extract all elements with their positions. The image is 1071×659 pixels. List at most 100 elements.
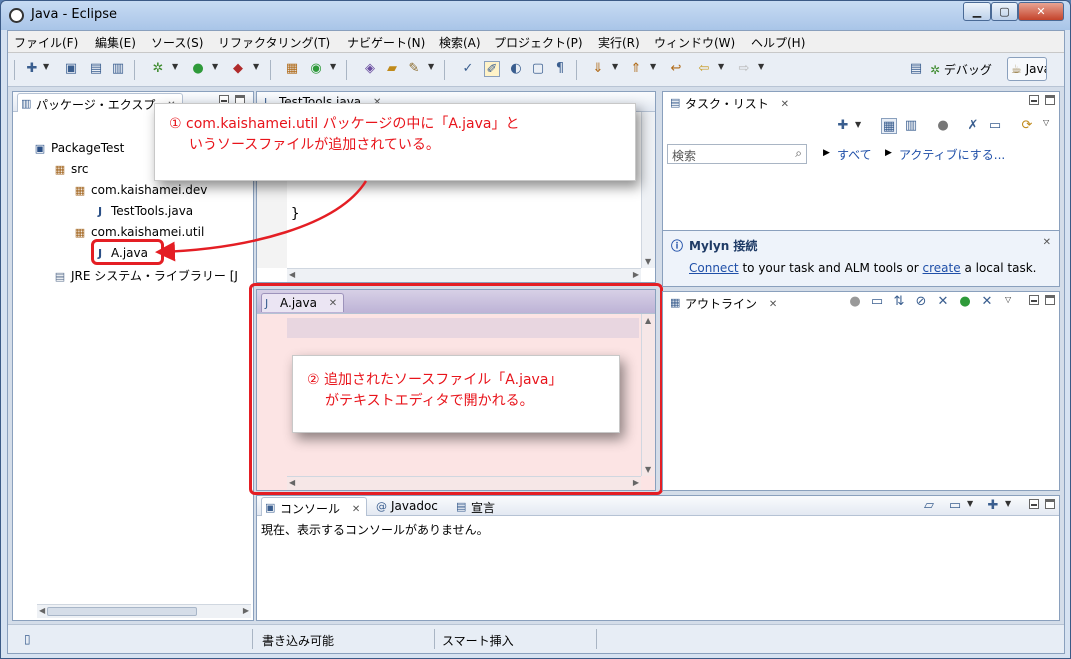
tab-task-list[interactable]: ▤ タスク・リスト ✕ <box>667 93 795 112</box>
highlight-icon[interactable]: ✐ <box>484 61 500 77</box>
filter-all-link[interactable]: すべて <box>837 146 872 163</box>
save-all-icon[interactable]: ▤ <box>88 61 104 77</box>
scroll-down-icon[interactable]: ▼ <box>645 257 651 266</box>
minimize-view-icon[interactable] <box>1029 95 1039 105</box>
block-selection-icon[interactable]: ▢ <box>530 61 546 77</box>
back-icon[interactable]: ⇦ <box>696 61 712 77</box>
chevron-down-icon[interactable]: ▼ <box>172 62 178 71</box>
horizontal-scrollbar[interactable]: ◀ ▶ <box>37 604 251 618</box>
external-tools-icon[interactable]: ◆ <box>230 61 246 77</box>
scroll-thumb[interactable] <box>47 607 197 616</box>
new-icon[interactable]: ✚ <box>24 61 40 77</box>
menu-file[interactable]: ファイル(F) <box>14 34 78 51</box>
chevron-down-icon[interactable]: ▼ <box>612 62 618 71</box>
tab-outline[interactable]: ▦ アウトライン ✕ <box>667 293 783 312</box>
connect-link[interactable]: Connect <box>689 261 739 275</box>
search-icon[interactable]: ⌕ <box>795 146 802 161</box>
pen-icon[interactable]: ✎ <box>406 61 422 77</box>
hide-fields-icon[interactable]: ⊘ <box>913 294 929 310</box>
hide-local-types-icon[interactable]: ✕ <box>979 294 995 310</box>
run-icon[interactable]: ● <box>190 61 206 77</box>
hide-completed-icon[interactable]: ✗ <box>965 118 981 134</box>
open-console-icon[interactable]: ✚ <box>985 498 1001 514</box>
tree-package-dev[interactable]: ▦ com.kaishamei.dev <box>73 183 208 197</box>
tree-src[interactable]: ▦ src <box>53 162 89 176</box>
scheduled-icon[interactable]: ▥ <box>903 118 919 134</box>
focus-icon[interactable]: ● <box>847 294 863 310</box>
horizontal-scrollbar[interactable]: ◀ ▶ <box>287 268 641 282</box>
print-icon[interactable]: ▥ <box>110 61 126 77</box>
minimize-view-icon[interactable] <box>1029 295 1039 305</box>
chevron-down-icon[interactable]: ▼ <box>253 62 259 71</box>
pin-console-icon[interactable]: ▱ <box>921 498 937 514</box>
forward-icon[interactable]: ⇨ <box>736 61 752 77</box>
chevron-down-icon[interactable]: ▼ <box>758 62 764 71</box>
close-icon[interactable]: ✕ <box>769 299 777 310</box>
perspective-java[interactable]: ☕ Java <box>1007 57 1047 81</box>
tab-declaration[interactable]: ▤ 宣言 <box>453 497 501 516</box>
maximize-view-icon[interactable] <box>1045 295 1055 305</box>
chevron-down-icon[interactable]: ▼ <box>967 499 973 508</box>
menu-project[interactable]: プロジェクト(P) <box>494 34 583 51</box>
task-search-input[interactable]: 検索 ⌕ <box>667 144 807 164</box>
next-annotation-icon[interactable]: ⇓ <box>590 61 606 77</box>
close-icon[interactable]: ✕ <box>352 504 360 515</box>
menu-search[interactable]: 検索(A) <box>439 34 481 51</box>
tree-file-testtools[interactable]: J TestTools.java <box>93 204 193 218</box>
last-edit-icon[interactable]: ↩ <box>668 61 684 77</box>
toggle-icon[interactable]: ◐ <box>508 61 524 77</box>
open-perspective-icon[interactable]: ▤ <box>908 61 924 77</box>
close-icon[interactable]: ✕ <box>1043 237 1051 248</box>
menu-window[interactable]: ウィンドウ(W) <box>654 34 735 51</box>
collapse-all-icon[interactable]: ▭ <box>987 118 1003 134</box>
scroll-right-icon[interactable]: ▶ <box>243 606 249 615</box>
chevron-down-icon[interactable]: ▼ <box>855 120 861 129</box>
filter-active-link[interactable]: アクティブにする... <box>899 146 1005 163</box>
tree-project[interactable]: ▣ PackageTest <box>33 141 125 155</box>
hide-nonpublic-icon[interactable]: ● <box>957 294 973 310</box>
menu-navigate[interactable]: ナビゲート(N) <box>347 34 425 51</box>
menu-edit[interactable]: 編集(E) <box>95 34 136 51</box>
vertical-scrollbar[interactable]: ▼ <box>641 112 655 268</box>
chevron-down-icon[interactable]: ▼ <box>330 62 336 71</box>
minimize-view-icon[interactable] <box>1029 499 1039 509</box>
scroll-left-icon[interactable]: ◀ <box>289 270 295 279</box>
previous-annotation-icon[interactable]: ⇑ <box>628 61 644 77</box>
menu-refactor[interactable]: リファクタリング(T) <box>218 34 330 51</box>
tab-javadoc[interactable]: @ Javadoc <box>373 497 444 516</box>
chevron-down-icon[interactable]: ▼ <box>718 62 724 71</box>
menu-run[interactable]: 実行(R) <box>598 34 640 51</box>
close-icon[interactable]: ✕ <box>781 99 789 110</box>
scroll-right-icon[interactable]: ▶ <box>633 270 639 279</box>
view-menu-icon[interactable]: ▽ <box>1043 118 1049 127</box>
chevron-down-icon[interactable]: ▼ <box>1005 499 1011 508</box>
menu-help[interactable]: ヘルプ(H) <box>751 34 805 51</box>
categorized-icon[interactable]: ▦ <box>881 118 897 134</box>
maximize-view-icon[interactable] <box>1045 499 1055 509</box>
new-package-icon[interactable]: ▦ <box>284 61 300 77</box>
chevron-down-icon[interactable]: ▼ <box>43 62 49 71</box>
scroll-left-icon[interactable]: ◀ <box>39 606 45 615</box>
sort-icon[interactable]: ⇅ <box>891 294 907 310</box>
show-whitespace-icon[interactable]: ¶ <box>552 61 568 77</box>
code-line-close-brace[interactable]: } <box>291 206 299 222</box>
minimize-button[interactable]: ▁ <box>963 2 991 21</box>
tree-jre-library[interactable]: ▤ JRE システム・ライブラリー [J <box>53 267 238 284</box>
chevron-down-icon[interactable]: ▼ <box>650 62 656 71</box>
open-folder-icon[interactable]: ▰ <box>384 61 400 77</box>
filter-icon[interactable]: ● <box>935 118 951 134</box>
hide-static-icon[interactable]: ✕ <box>935 294 951 310</box>
display-console-icon[interactable]: ▭ <box>947 498 963 514</box>
new-class-icon[interactable]: ◉ <box>308 61 324 77</box>
synchronize-icon[interactable]: ⟳ <box>1019 118 1035 134</box>
open-type-icon[interactable]: ◈ <box>362 61 378 77</box>
perspective-debug[interactable]: ✲ デバッグ <box>930 61 992 78</box>
close-button[interactable]: ✕ <box>1018 2 1064 21</box>
collapse-all-icon[interactable]: ▭ <box>869 294 885 310</box>
save-icon[interactable]: ▣ <box>63 61 79 77</box>
mark-occurrences-icon[interactable]: ✓ <box>460 61 476 77</box>
tab-console[interactable]: ▣ コンソール ✕ <box>261 497 368 516</box>
new-task-icon[interactable]: ✚ <box>835 118 851 134</box>
create-link[interactable]: create <box>923 261 961 275</box>
chevron-down-icon[interactable]: ▼ <box>428 62 434 71</box>
